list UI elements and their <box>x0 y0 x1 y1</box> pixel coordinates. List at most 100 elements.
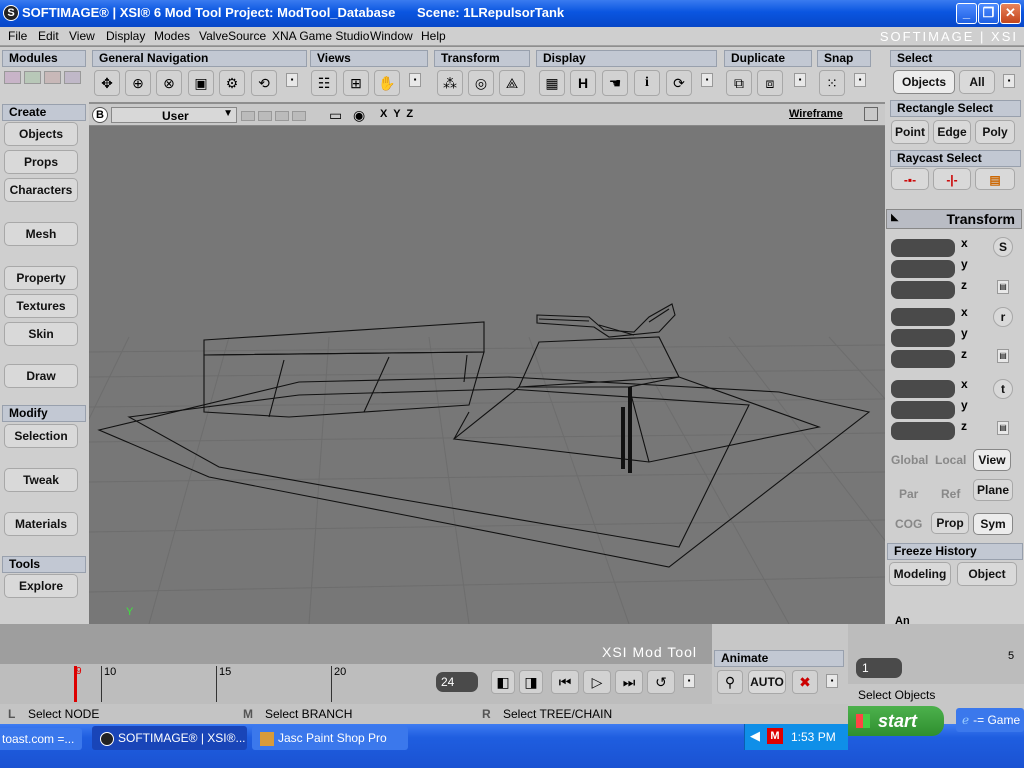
translate-gizmo-icon[interactable]: ⟁ <box>499 70 525 96</box>
info-display-icon[interactable]: i <box>634 70 660 96</box>
start-button[interactable]: start <box>848 706 944 736</box>
menu-file[interactable]: File <box>8 29 27 43</box>
orbit-navigation-icon[interactable]: ✥ <box>94 70 120 96</box>
scale-s-button[interactable]: S <box>993 237 1013 257</box>
taskbar-item-game[interactable]: ℯ -= Game <box>956 708 1024 732</box>
maximize-button[interactable]: ❐ <box>978 3 999 24</box>
scale-y-field[interactable] <box>891 260 955 278</box>
xyz-axes-toggle[interactable]: X Y Z <box>380 108 413 120</box>
rotate-z-field[interactable] <box>891 350 955 368</box>
select-poly-button[interactable]: Poly <box>975 120 1015 144</box>
schematic-view-icon[interactable]: ☷ <box>311 70 337 96</box>
timeline-ruler[interactable]: 9 10 15 20 24 ◧ ◨ ⏮ ▷ ⏭ ↺ ▪ <box>0 664 712 704</box>
hide-toggle-icon[interactable]: H <box>570 70 596 96</box>
taskbar-item-browser[interactable]: toast.com =... <box>0 728 82 750</box>
translate-t-button[interactable]: t <box>993 379 1013 399</box>
views-options-icon[interactable]: ▪ <box>409 73 421 87</box>
freeze-modeling-button[interactable]: Modeling <box>889 562 951 586</box>
translate-z-field[interactable] <box>891 422 955 440</box>
menu-view[interactable]: View <box>69 29 95 43</box>
create-skin-button[interactable]: Skin <box>4 322 78 346</box>
rotate-r-button[interactable]: r <box>993 307 1013 327</box>
space-par-button[interactable]: Par <box>899 487 918 501</box>
keyframe-icon[interactable]: ⚲ <box>717 670 743 694</box>
previous-frame-icon[interactable]: ◧ <box>491 670 515 694</box>
frame-input[interactable]: 1 <box>856 658 902 678</box>
translate-x-field[interactable] <box>891 380 955 398</box>
menu-modes[interactable]: Modes <box>154 29 190 43</box>
select-point-button[interactable]: Point <box>891 120 929 144</box>
sym-button[interactable]: Sym <box>973 513 1013 535</box>
raycast-edge-icon[interactable]: -|- <box>933 168 971 190</box>
next-frame-icon[interactable]: ◨ <box>519 670 543 694</box>
hierarchy-view-icon[interactable]: ⊞ <box>343 70 369 96</box>
prop-button[interactable]: Prop <box>931 512 969 534</box>
cog-button[interactable]: COG <box>895 517 922 531</box>
modify-materials-button[interactable]: Materials <box>4 512 78 536</box>
grid-display-icon[interactable]: ▦ <box>539 70 565 96</box>
modify-selection-button[interactable]: Selection <box>4 424 78 448</box>
modify-tweak-button[interactable]: Tweak <box>4 468 78 492</box>
transform-panel-header[interactable]: ◣ Transform <box>886 209 1022 229</box>
loop-icon[interactable]: ↺ <box>647 670 675 694</box>
duplicate-options-icon[interactable]: ▪ <box>794 73 806 87</box>
mcafee-icon[interactable]: M <box>767 728 783 744</box>
create-props-button[interactable]: Props <box>4 150 78 174</box>
create-objects-button[interactable]: Objects <box>4 122 78 146</box>
raycast-point-icon[interactable]: -▪- <box>891 168 929 190</box>
reset-camera-icon[interactable]: ⟲ <box>251 70 277 96</box>
hand-display-icon[interactable]: ☚ <box>602 70 628 96</box>
display-options-icon[interactable]: ▪ <box>701 73 713 87</box>
mini-timeline[interactable]: 1 5 <box>848 624 1024 684</box>
minimize-button[interactable]: _ <box>956 3 977 24</box>
snap-grid-icon[interactable]: ⁙ <box>819 70 845 96</box>
end-frame-field[interactable]: 24 <box>436 672 478 692</box>
taskbar-item-softimage[interactable]: SOFTIMAGE® | XSI®... <box>92 726 247 750</box>
frame-selection-icon[interactable]: ▣ <box>188 70 214 96</box>
refresh-display-icon[interactable]: ⟳ <box>666 70 692 96</box>
freeze-object-button[interactable]: Object <box>957 562 1017 586</box>
select-all-button[interactable]: All <box>959 70 995 94</box>
animate-options-icon[interactable]: ▪ <box>826 674 838 688</box>
translate-y-field[interactable] <box>891 401 955 419</box>
tools-explore-button[interactable]: Explore <box>4 574 78 598</box>
space-global-button[interactable]: Global <box>891 453 928 467</box>
select-objects-button[interactable]: Objects <box>893 70 955 94</box>
scale-z-field[interactable] <box>891 281 955 299</box>
instance-icon[interactable]: ⧈ <box>757 70 783 96</box>
eye-icon[interactable]: ◉ <box>353 107 365 124</box>
play-icon[interactable]: ▷ <box>583 670 611 694</box>
go-to-end-icon[interactable]: ⏭ <box>615 670 643 694</box>
space-ref-button[interactable]: Ref <box>941 487 960 501</box>
scale-gizmo-icon[interactable]: ⁂ <box>437 70 463 96</box>
rotate-lock-icon[interactable]: ▤ <box>997 349 1009 363</box>
camera-icon[interactable]: ▭ <box>329 107 342 124</box>
collapse-triangle-icon[interactable]: ◣ <box>891 212 899 223</box>
camera-dropdown[interactable]: User ▼ <box>111 107 237 123</box>
select-edge-button[interactable]: Edge <box>933 120 971 144</box>
viewport-b-button[interactable]: B <box>92 107 108 123</box>
menu-help[interactable]: Help <box>421 29 446 43</box>
frame-all-icon[interactable]: ⚙ <box>219 70 245 96</box>
rotate-gizmo-icon[interactable]: ◎ <box>468 70 494 96</box>
menu-xna-game-studio[interactable]: XNA Game Studio <box>272 29 369 43</box>
display-mode-dropdown[interactable]: Wireframe <box>789 108 843 120</box>
create-characters-button[interactable]: Characters <box>4 178 78 202</box>
rotate-x-field[interactable] <box>891 308 955 326</box>
translate-lock-icon[interactable]: ▤ <box>997 421 1009 435</box>
playback-options-icon[interactable]: ▪ <box>683 674 695 688</box>
dolly-camera-icon[interactable]: ⊗ <box>156 70 182 96</box>
3d-viewport[interactable]: B User ▼ ▭ ◉ X Y Z Wireframe Y <box>89 104 885 624</box>
rotate-y-field[interactable] <box>891 329 955 347</box>
softimage-app-icon[interactable]: S <box>3 5 19 21</box>
nav-options-icon[interactable]: ▪ <box>286 73 298 87</box>
menu-valvesource[interactable]: ValveSource <box>199 29 266 43</box>
select-options-icon[interactable]: ▪ <box>1003 74 1015 88</box>
menu-display[interactable]: Display <box>106 29 145 43</box>
pan-camera-icon[interactable]: ⊕ <box>125 70 151 96</box>
create-mesh-button[interactable]: Mesh <box>4 222 78 246</box>
create-property-button[interactable]: Property <box>4 266 78 290</box>
space-view-button[interactable]: View <box>973 449 1011 471</box>
tray-expand-icon[interactable]: ◀ <box>750 728 760 744</box>
close-button[interactable]: ✕ <box>1000 3 1021 24</box>
